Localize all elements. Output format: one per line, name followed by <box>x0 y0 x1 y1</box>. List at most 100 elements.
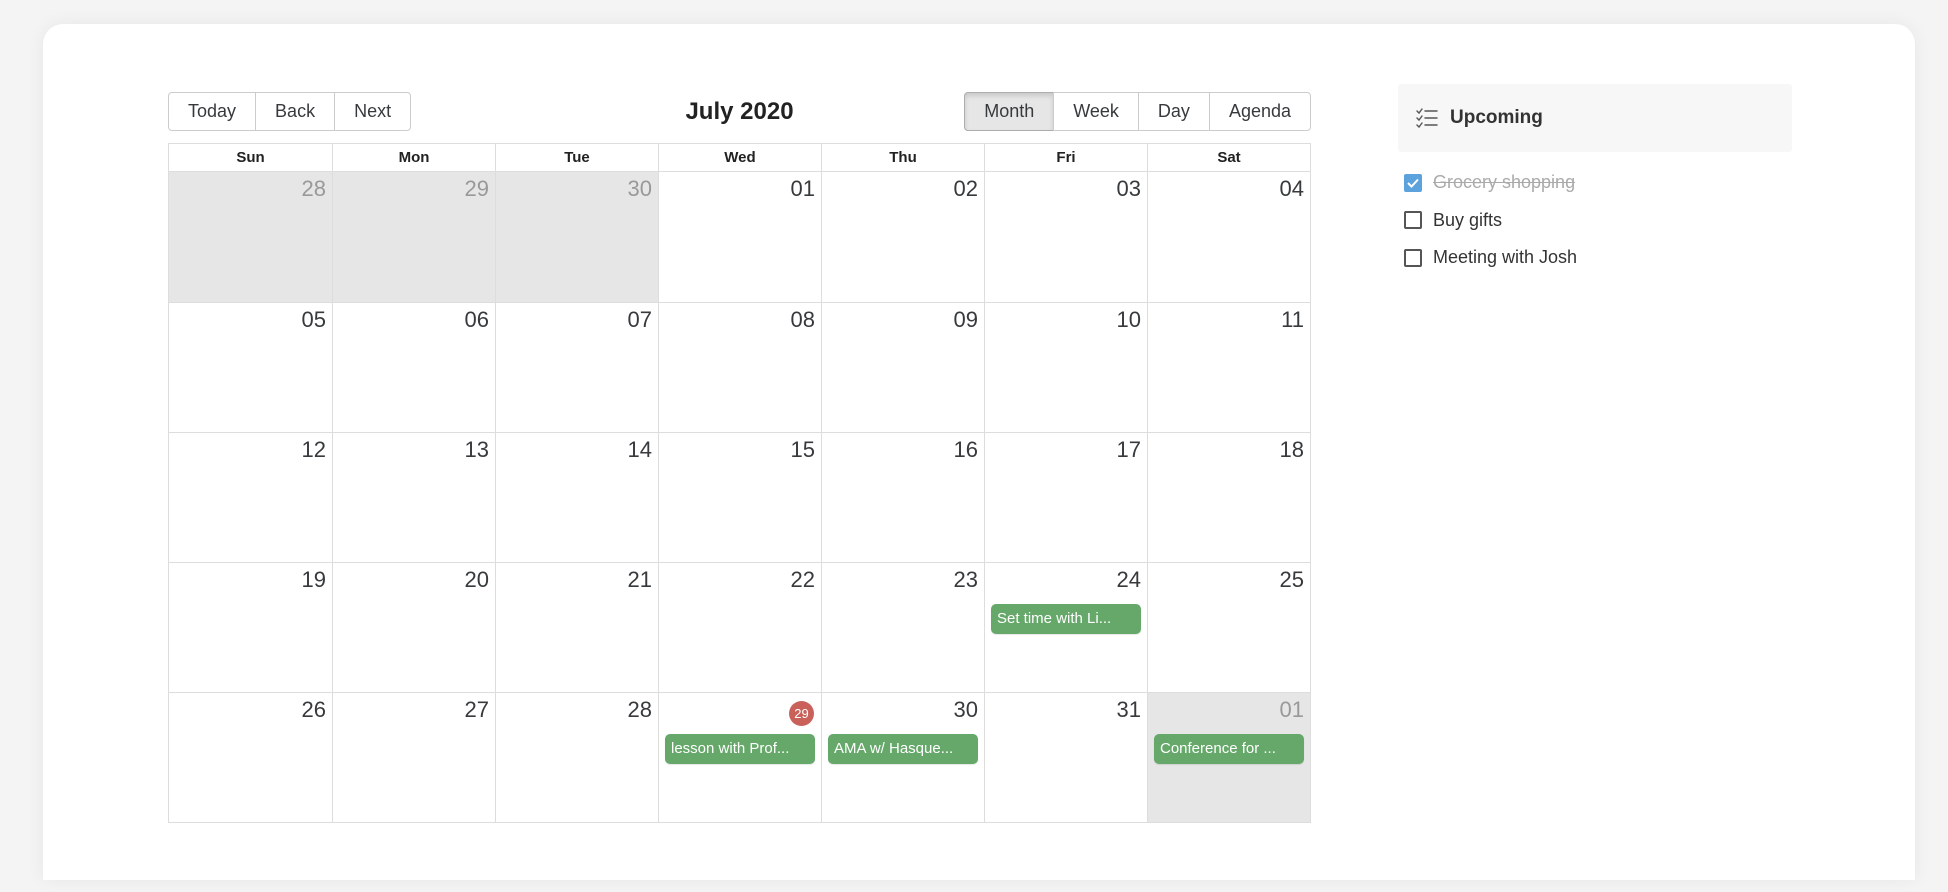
date-number[interactable]: 28 <box>302 176 326 202</box>
checkbox[interactable] <box>1404 248 1422 267</box>
date-number[interactable]: 12 <box>302 437 326 463</box>
date-number[interactable]: 02 <box>954 176 978 202</box>
today-button[interactable]: Today <box>168 92 257 131</box>
day-cell-fri[interactable]: 03 <box>984 172 1147 302</box>
today-date-badge[interactable]: 29 <box>789 701 814 726</box>
day-cell-tue[interactable]: 30 <box>495 172 658 302</box>
day-cell-thu[interactable]: 23 <box>821 563 984 692</box>
todo-list: Grocery shopping Buy gifts Meeting with Jo… <box>1398 164 1792 277</box>
day-cell-fri[interactable]: 17 <box>984 433 1147 562</box>
week-view-button[interactable]: Week <box>1053 92 1139 131</box>
date-number[interactable]: 27 <box>465 697 489 723</box>
month-view-button[interactable]: Month <box>964 92 1055 131</box>
agenda-view-button[interactable]: Agenda <box>1208 92 1311 131</box>
day-cell-tue[interactable]: 28 <box>495 693 658 822</box>
next-button[interactable]: Next <box>334 92 412 131</box>
todo-item[interactable]: Buy gifts <box>1398 202 1792 240</box>
week-row: 12 13 14 15 16 17 18 <box>169 432 1310 562</box>
date-number[interactable]: 16 <box>954 437 978 463</box>
day-cell-fri[interactable]: 31 <box>984 693 1147 822</box>
day-cell-tue[interactable]: 14 <box>495 433 658 562</box>
day-cell-mon[interactable]: 13 <box>332 433 495 562</box>
todo-item[interactable]: Grocery shopping <box>1398 164 1792 202</box>
day-view-button[interactable]: Day <box>1137 92 1210 131</box>
calendar-event[interactable]: Conference for ... <box>1154 734 1304 764</box>
date-number[interactable]: 07 <box>628 307 652 333</box>
day-cell-fri[interactable]: 10 <box>984 303 1147 432</box>
day-cell-thu[interactable]: 16 <box>821 433 984 562</box>
date-number[interactable]: 01 <box>1280 697 1304 723</box>
date-number[interactable]: 20 <box>465 567 489 593</box>
day-cell-tue[interactable]: 21 <box>495 563 658 692</box>
date-number[interactable]: 23 <box>954 567 978 593</box>
day-cell-sun[interactable]: 19 <box>169 563 332 692</box>
day-cell-mon[interactable]: 20 <box>332 563 495 692</box>
todo-label: Buy gifts <box>1433 209 1503 230</box>
day-cell-sat[interactable]: 18 <box>1147 433 1310 562</box>
day-cell-sun[interactable]: 05 <box>169 303 332 432</box>
back-button[interactable]: Back <box>255 92 336 131</box>
date-number[interactable]: 17 <box>1117 437 1141 463</box>
day-cell-mon[interactable]: 27 <box>332 693 495 822</box>
day-cell-wed[interactable]: 01 <box>658 172 821 302</box>
calendar-event[interactable]: lesson with Prof... <box>665 734 815 764</box>
day-cell-sun[interactable]: 26 <box>169 693 332 822</box>
weekday-sat: Sat <box>1147 144 1310 171</box>
date-number[interactable]: 19 <box>302 567 326 593</box>
date-number[interactable]: 28 <box>628 697 652 723</box>
date-number[interactable]: 11 <box>1281 307 1304 333</box>
day-cell-wed[interactable]: 22 <box>658 563 821 692</box>
day-cell-wed[interactable]: 15 <box>658 433 821 562</box>
weekday-wed: Wed <box>658 144 821 171</box>
date-number[interactable]: 25 <box>1280 567 1304 593</box>
date-number[interactable]: 10 <box>1117 307 1141 333</box>
date-number[interactable]: 05 <box>302 307 326 333</box>
date-number[interactable]: 15 <box>791 437 815 463</box>
week-row: 28 29 30 01 02 03 04 <box>169 172 1310 302</box>
weekday-header: Sun Mon Tue Wed Thu Fri Sat <box>169 144 1310 172</box>
nav-button-group: Today Back Next <box>168 92 412 131</box>
day-cell-sat[interactable]: 25 <box>1147 563 1310 692</box>
date-number[interactable]: 13 <box>465 437 489 463</box>
day-cell-sat[interactable]: 11 <box>1147 303 1310 432</box>
day-cell-thu[interactable]: 02 <box>821 172 984 302</box>
date-number[interactable]: 30 <box>954 697 978 723</box>
day-cell-mon[interactable]: 29 <box>332 172 495 302</box>
day-cell-thu[interactable]: 09 <box>821 303 984 432</box>
day-cell-sun[interactable]: 12 <box>169 433 332 562</box>
date-number[interactable]: 14 <box>628 437 652 463</box>
calendar-event[interactable]: Set time with Li... <box>991 604 1141 634</box>
date-number[interactable]: 24 <box>1117 567 1141 593</box>
checkbox-checked[interactable] <box>1404 173 1422 192</box>
date-number[interactable]: 18 <box>1280 437 1304 463</box>
date-number[interactable]: 09 <box>954 307 978 333</box>
calendar-toolbar: Today Back Next July 2020 Month Week Day… <box>168 92 1311 131</box>
day-cell-wed[interactable]: 29 lesson with Prof... <box>658 693 821 822</box>
day-cell-fri[interactable]: 24 Set time with Li... <box>984 563 1147 692</box>
calendar-event[interactable]: AMA w/ Hasque... <box>828 734 978 764</box>
day-cell-tue[interactable]: 07 <box>495 303 658 432</box>
date-number[interactable]: 31 <box>1117 697 1141 723</box>
weekday-fri: Fri <box>984 144 1147 171</box>
date-number[interactable]: 22 <box>791 567 815 593</box>
day-cell-mon[interactable]: 06 <box>332 303 495 432</box>
checkbox[interactable] <box>1404 211 1422 230</box>
date-number[interactable]: 03 <box>1117 176 1141 202</box>
date-number[interactable]: 26 <box>302 697 326 723</box>
todo-item[interactable]: Meeting with Josh <box>1398 239 1792 277</box>
date-number[interactable]: 01 <box>791 176 815 202</box>
date-number[interactable]: 30 <box>628 176 652 202</box>
day-cell-wed[interactable]: 08 <box>658 303 821 432</box>
day-cell-sun[interactable]: 28 <box>169 172 332 302</box>
date-number[interactable]: 21 <box>628 567 652 593</box>
day-cell-sat[interactable]: 01 Conference for ... <box>1147 693 1310 822</box>
todo-label: Meeting with Josh <box>1433 247 1578 268</box>
date-number[interactable]: 29 <box>465 176 489 202</box>
day-cell-sat[interactable]: 04 <box>1147 172 1310 302</box>
date-number[interactable]: 06 <box>465 307 489 333</box>
date-number[interactable]: 08 <box>791 307 815 333</box>
date-number[interactable]: 04 <box>1280 176 1304 202</box>
weekday-thu: Thu <box>821 144 984 171</box>
checklist-icon <box>1415 107 1439 129</box>
day-cell-thu[interactable]: 30 AMA w/ Hasque... <box>821 693 984 822</box>
